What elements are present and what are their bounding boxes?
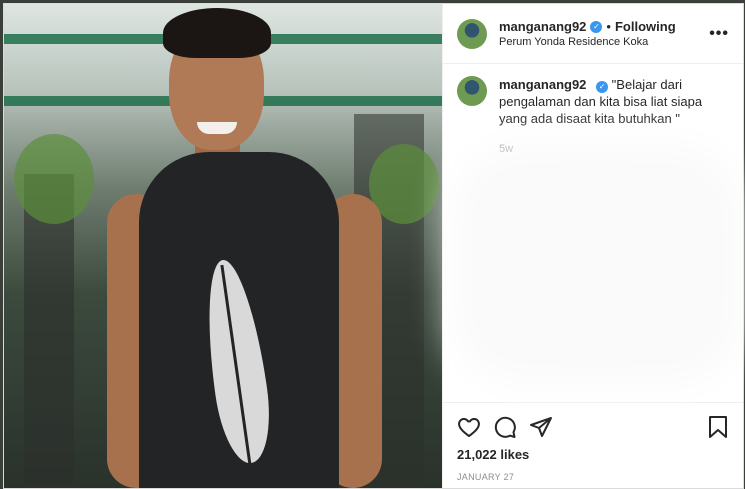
location-link[interactable]: Perum Yonda Residence Koka [499, 36, 709, 48]
follow-separator: • [606, 19, 611, 34]
comments-section: manganang92 ✓ "Belajar dari pengalaman d… [443, 64, 743, 402]
action-icons [457, 411, 729, 443]
post-actions: 21,022 likes JANUARY 27 [443, 402, 743, 488]
username-link[interactable]: manganang92 [499, 19, 586, 34]
post-date[interactable]: JANUARY 27 [457, 472, 729, 482]
verified-badge-icon: ✓ [596, 80, 609, 93]
instagram-post: manganang92 ✓ • Following Perum Yonda Re… [3, 3, 744, 489]
heart-icon[interactable] [457, 415, 481, 439]
header-row: manganang92 ✓ • Following [499, 19, 709, 34]
following-button[interactable]: Following [615, 19, 676, 34]
post-sidebar: manganang92 ✓ • Following Perum Yonda Re… [442, 4, 743, 488]
more-options-icon[interactable]: ••• [709, 25, 729, 43]
post-photo[interactable] [4, 4, 442, 488]
caption: manganang92 ✓ "Belajar dari pengalaman d… [457, 76, 729, 127]
avatar[interactable] [457, 18, 487, 49]
blurred-area [483, 174, 713, 354]
caption-username[interactable]: manganang92 [499, 77, 586, 92]
verified-badge-icon: ✓ [590, 20, 603, 33]
photo-hair [163, 8, 271, 58]
comment-icon[interactable] [493, 415, 517, 439]
post-header: manganang92 ✓ • Following Perum Yonda Re… [443, 4, 743, 64]
caption-avatar[interactable] [457, 76, 487, 106]
caption-time[interactable]: 5w [499, 143, 729, 155]
share-icon[interactable] [529, 415, 553, 439]
header-text: manganang92 ✓ • Following Perum Yonda Re… [499, 19, 709, 48]
bookmark-icon[interactable] [707, 415, 729, 439]
likes-count[interactable]: 21,022 likes [457, 447, 729, 462]
photo-smile [197, 122, 237, 134]
photo-plant [14, 134, 94, 224]
caption-body: manganang92 ✓ "Belajar dari pengalaman d… [499, 76, 729, 127]
photo-person [99, 4, 419, 488]
